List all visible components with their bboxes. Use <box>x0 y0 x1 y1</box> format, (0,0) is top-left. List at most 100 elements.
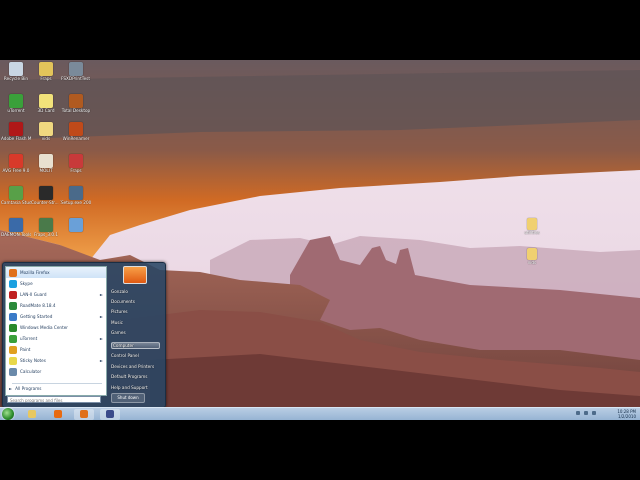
program-label: LAN-II Guard <box>20 292 47 297</box>
taskbar-explorer-button[interactable] <box>22 409 42 420</box>
desktop-icon[interactable]: uTorrent <box>1 94 31 113</box>
start-menu-program[interactable]: Mozilla Firefox <box>6 267 106 278</box>
desktop-icon-label: WinRenamer <box>62 136 90 141</box>
desktop-icon-label: Setup.exe 2009-12-0 <box>61 200 91 205</box>
desktop-icon-label: Total Desktop <box>61 108 91 113</box>
start-menu: Mozilla Firefox Skype LAN-II Guard ► RoadMat… <box>2 262 166 408</box>
program-label: Sticky Notes <box>20 358 46 363</box>
desktop-icon-label: FSXDPrintTest App <box>61 76 91 81</box>
start-menu-program[interactable]: Skype <box>6 278 106 289</box>
desktop-icon[interactable]: vids <box>31 122 61 141</box>
start-menu-link[interactable]: Help and Support <box>111 385 148 390</box>
desktop-icon[interactable]: Recycle Bin <box>1 62 31 81</box>
tray-flag-icon[interactable] <box>576 411 580 415</box>
desktop-icon[interactable]: Fraps <box>61 154 91 173</box>
desktop-icon[interactable]: 3D Card <box>31 94 61 113</box>
desktop-icon-label: vids <box>527 260 537 265</box>
start-button[interactable] <box>2 408 14 420</box>
taskbar-firefox-button[interactable] <box>74 409 94 420</box>
start-menu-links: Gonzalo Documents Pictures Music Games Comput… <box>109 266 163 404</box>
desktop-icon[interactable]: WinRenamer <box>61 122 91 141</box>
desktop-icon[interactable]: Setup.exe 2009-12-0 <box>61 186 91 205</box>
jumplist-arrow-icon[interactable]: ► <box>100 292 103 297</box>
desktop-icon[interactable]: Total Desktop <box>61 94 91 113</box>
desktop-icon-label: vids <box>41 136 51 141</box>
clock-date: 1/2/2010 <box>618 414 636 419</box>
program-label: uTorrent <box>20 336 38 341</box>
program-icon <box>9 367 17 376</box>
program-label: Mozilla Firefox <box>20 270 50 275</box>
start-menu-link[interactable]: Control Panel <box>111 353 139 358</box>
start-menu-link[interactable]: Computer <box>111 342 160 349</box>
desktop-icon[interactable]: Adobe Flash Media Lo... <box>1 122 31 141</box>
start-menu-link[interactable]: Gonzalo <box>111 289 128 294</box>
start-menu-program[interactable]: Windows Media Center <box>6 322 106 333</box>
start-menu-program[interactable]: Calculator <box>6 366 106 377</box>
start-menu-link[interactable]: Documents <box>111 299 135 304</box>
program-icon <box>9 290 17 299</box>
shutdown-button[interactable]: Shut down <box>111 393 145 403</box>
start-menu-link[interactable]: Devices and Printers <box>111 364 154 369</box>
desktop-icon[interactable]: AVG Free 9.0 <box>1 154 31 173</box>
app-icon <box>69 94 83 108</box>
program-icon <box>9 356 17 365</box>
desktop-icon-label: Recycle Bin <box>3 76 29 81</box>
start-menu-link[interactable]: Pictures <box>111 309 128 314</box>
desktop-screen: Recycle Bin Fraps FSXDPrintTest App uTorren… <box>0 60 640 420</box>
camtasia-icon <box>106 410 114 418</box>
desktop-icon[interactable]: DAEMON Tools Lite <box>1 218 31 237</box>
program-label: Skype <box>20 281 33 286</box>
app-icon <box>69 218 83 232</box>
program-icon <box>9 301 17 310</box>
start-menu-link[interactable]: Default Programs <box>111 374 147 379</box>
app-icon <box>9 94 23 108</box>
desktop-icon-label: Camtasia Studio 6 <box>1 200 31 205</box>
desktop-icon[interactable]: FSXDPrintTest App <box>61 62 91 81</box>
taskbar-media-player-button[interactable] <box>48 409 68 420</box>
desktop-icon[interactable]: MOLIT <box>31 154 61 173</box>
program-icon <box>9 312 17 321</box>
app-icon <box>39 186 53 200</box>
start-menu-program[interactable]: Getting Started ► <box>6 311 106 322</box>
program-icon <box>9 334 17 343</box>
media-player-icon <box>54 410 62 418</box>
app-icon <box>39 154 53 168</box>
jumplist-arrow-icon[interactable]: ► <box>100 336 103 341</box>
desktop-icon[interactable]: Fraps <box>31 62 61 81</box>
clock[interactable]: 10:28 PM 1/2/2010 <box>617 409 636 419</box>
desktop-icon[interactable]: Counter-Str... 1.6 <box>31 186 61 205</box>
app-icon <box>69 62 83 76</box>
taskbar-camtasia-button[interactable] <box>100 409 120 420</box>
start-menu-program[interactable]: Paint <box>6 344 106 355</box>
start-menu-program[interactable]: Sticky Notes ► <box>6 355 106 366</box>
desktop-icon[interactable]: Camtasia Studio 6 <box>1 186 31 205</box>
folder-icon <box>527 218 537 230</box>
start-menu-program[interactable]: LAN-II Guard ► <box>6 289 106 300</box>
start-menu-link[interactable]: Music <box>111 320 123 325</box>
desktop-icon-label: Fraps <box>70 168 82 173</box>
app-icon <box>9 122 23 136</box>
tray-network-icon[interactable] <box>584 411 588 415</box>
start-menu-program[interactable]: RoadMate 8.18.4 <box>6 300 106 311</box>
all-programs-button[interactable]: ► All Programs <box>9 386 41 391</box>
program-label: RoadMate 8.18.4 <box>20 303 56 308</box>
search-input[interactable]: Search programs and files <box>7 396 101 403</box>
desktop-icon[interactable]: Fraps_3.0.1 <box>31 218 61 237</box>
tray-volume-icon[interactable] <box>592 411 596 415</box>
jumplist-arrow-icon[interactable]: ► <box>100 358 103 363</box>
desktop-folder-icon[interactable]: vids <box>517 248 547 265</box>
desktop-icon-label: AVG Free 9.0 <box>2 168 30 173</box>
user-picture[interactable] <box>123 266 147 284</box>
desktop-icon[interactable] <box>61 218 91 232</box>
app-icon <box>9 218 23 232</box>
desktop-icon-label: uTorrent <box>7 108 25 113</box>
program-icon <box>9 279 17 288</box>
jumplist-arrow-icon[interactable]: ► <box>100 314 103 319</box>
firefox-icon <box>80 410 88 418</box>
start-menu-program[interactable]: uTorrent ► <box>6 333 106 344</box>
desktop-folder-icon[interactable]: utilities <box>517 218 547 235</box>
start-menu-link[interactable]: Games <box>111 330 126 335</box>
desktop-icon-label: MOLIT <box>39 168 53 173</box>
app-icon <box>69 186 83 200</box>
program-icon <box>9 345 17 354</box>
